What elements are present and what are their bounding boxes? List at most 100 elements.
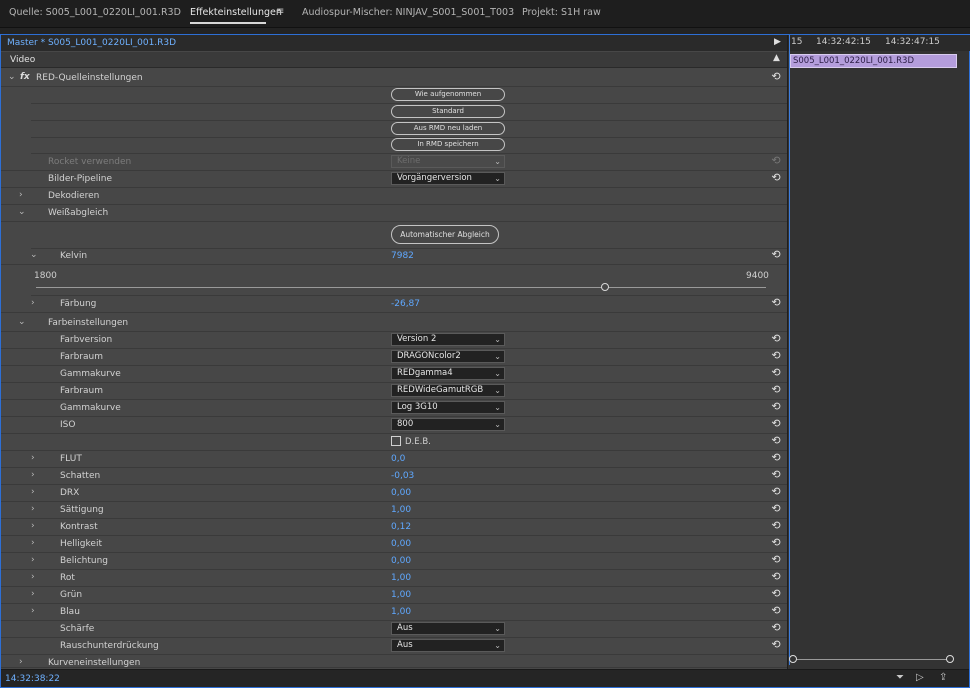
play-triangle-icon[interactable]: ▶ [774, 37, 781, 47]
green-value[interactable]: 1,00 [391, 590, 411, 600]
kelvin-slider-handle[interactable] [601, 283, 610, 291]
curves-row: › Kurveneinstellungen [1, 655, 787, 668]
tint-value[interactable]: -26,87 [391, 299, 420, 309]
drx-value[interactable]: 0,00 [391, 488, 411, 498]
kelvin-slider-track[interactable] [36, 287, 766, 288]
playhead-line[interactable] [789, 35, 790, 665]
reload-rmd-button[interactable]: Aus RMD neu laden [391, 122, 505, 135]
pipeline-dropdown[interactable]: Vorgängerversion ⌄ [391, 172, 505, 185]
time-ruler[interactable]: 15 14:32:42:15 14:32:47:15 [788, 35, 970, 51]
reset-icon[interactable]: ⟲ [770, 639, 782, 651]
current-timecode[interactable]: 14:32:38:22 [5, 674, 60, 684]
reset-icon[interactable]: ⟲ [770, 350, 782, 362]
reset-icon[interactable]: ⟲ [770, 333, 782, 345]
reset-icon[interactable]: ⟲ [770, 520, 782, 532]
reset-icon[interactable]: ⟲ [770, 503, 782, 515]
blue-value[interactable]: 1,00 [391, 607, 411, 617]
chevron-right-icon[interactable]: › [31, 470, 35, 480]
reset-icon[interactable]: ⟲ [770, 71, 782, 83]
chevron-right-icon[interactable]: › [19, 190, 23, 200]
zoom-scrollbar-track[interactable] [792, 659, 952, 660]
chevron-down-icon[interactable]: ⌄ [18, 317, 26, 327]
chevron-right-icon[interactable]: › [31, 487, 35, 497]
chevron-right-icon[interactable]: › [31, 555, 35, 565]
chevron-right-icon[interactable]: › [19, 657, 23, 667]
rocket-dropdown[interactable]: Keine ⌄ [391, 155, 505, 168]
tab-audio-mixer[interactable]: Audiospur-Mischer: NINJAV_S001_S001_T003 [302, 7, 514, 18]
video-section-label: Video [10, 55, 36, 65]
reset-icon[interactable]: ⟲ [770, 554, 782, 566]
zoom-scrollbar-start-handle[interactable] [789, 655, 797, 663]
as-shot-button[interactable]: Wie aufgenommen [391, 88, 505, 101]
colorversion-dropdown[interactable]: Version 2 ⌄ [391, 333, 505, 346]
chevron-right-icon[interactable]: › [31, 572, 35, 582]
kelvin-value[interactable]: 7982 [391, 251, 414, 261]
chevron-right-icon[interactable]: › [31, 538, 35, 548]
reset-icon[interactable]: ⟲ [770, 172, 782, 184]
reset-icon[interactable]: ⟲ [770, 384, 782, 396]
brightness-value[interactable]: 0,00 [391, 539, 411, 549]
filter-icon[interactable]: ⏷ [896, 672, 904, 683]
timeline-clip[interactable]: S005_L001_0220LI_001.R3D [790, 54, 957, 68]
reset-icon[interactable]: ⟲ [770, 537, 782, 549]
saturation-value[interactable]: 1,00 [391, 505, 411, 515]
reset-icon[interactable]: ⟲ [770, 469, 782, 481]
clip-header: Master * S005_L001_0220LI_001.R3D ▶ [1, 35, 787, 51]
reset-icon[interactable]: ⟲ [770, 418, 782, 430]
shadows-value[interactable]: -0,03 [391, 471, 414, 481]
tab-source[interactable]: Quelle: S005_L001_0220LI_001.R3D [9, 7, 181, 18]
chevron-right-icon[interactable]: › [31, 589, 35, 599]
reset-icon[interactable]: ⟲ [770, 588, 782, 600]
gamma-output-dropdown[interactable]: Log 3G10 ⌄ [391, 401, 505, 414]
collapse-up-icon[interactable]: ▲ [773, 53, 780, 63]
chevron-right-icon[interactable]: › [31, 298, 35, 308]
chevron-right-icon[interactable]: › [31, 453, 35, 463]
colorspace-dropdown[interactable]: DRAGONcolor2 ⌄ [391, 350, 505, 363]
sharpness-row: Schärfe Aus ⌄ ⟲ [1, 621, 787, 638]
deb-checkbox[interactable] [391, 436, 401, 446]
contrast-value[interactable]: 0,12 [391, 522, 411, 532]
flut-value[interactable]: 0,0 [391, 454, 405, 464]
chevron-right-icon[interactable]: › [31, 521, 35, 531]
colorspace-output-row: Farbraum REDWideGamutRGB ⌄ ⟲ [1, 383, 787, 400]
chevron-down-icon[interactable]: ⌄ [18, 207, 26, 217]
tab-effect-controls[interactable]: Effekteinstellungen [190, 7, 282, 24]
reset-icon[interactable]: ⟲ [770, 486, 782, 498]
noise-reduction-dropdown[interactable]: Aus ⌄ [391, 639, 505, 652]
exposure-value[interactable]: 0,00 [391, 556, 411, 566]
tab-project[interactable]: Projekt: S1H raw [522, 7, 601, 18]
reset-icon[interactable]: ⟲ [770, 401, 782, 413]
chevron-right-icon[interactable]: › [31, 504, 35, 514]
reset-icon[interactable]: ⟲ [770, 155, 782, 167]
clip-name-label[interactable]: Master * S005_L001_0220LI_001.R3D [7, 38, 176, 48]
reset-icon[interactable]: ⟲ [770, 571, 782, 583]
reset-icon[interactable]: ⟲ [770, 435, 782, 447]
iso-dropdown[interactable]: 800 ⌄ [391, 418, 505, 431]
reset-icon[interactable]: ⟲ [770, 452, 782, 464]
red-value[interactable]: 1,00 [391, 573, 411, 583]
gamma-dropdown[interactable]: REDgamma4 ⌄ [391, 367, 505, 380]
default-button[interactable]: Standard [391, 105, 505, 118]
chevron-down-icon[interactable]: ⌄ [8, 72, 16, 82]
reset-icon[interactable]: ⟲ [770, 367, 782, 379]
red-row: › Rot 1,00 ⟲ [1, 570, 787, 587]
green-row: › Grün 1,00 ⟲ [1, 587, 787, 604]
rocket-label: Rocket verwenden [48, 157, 132, 167]
panel-menu-icon[interactable]: ≡ [276, 6, 284, 17]
chevron-down-icon[interactable]: ⌄ [30, 250, 38, 260]
fx-icon[interactable]: fx [20, 72, 30, 82]
reset-icon[interactable]: ⟲ [770, 622, 782, 634]
sharpness-dropdown[interactable]: Aus ⌄ [391, 622, 505, 635]
colorspace-row: Farbraum DRAGONcolor2 ⌄ ⟲ [1, 349, 787, 366]
noise-reduction-row: Rauschunterdrückung Aus ⌄ ⟲ [1, 638, 787, 655]
reset-icon[interactable]: ⟲ [770, 249, 782, 261]
export-icon[interactable]: ⇪ [939, 672, 947, 683]
reset-icon[interactable]: ⟲ [770, 297, 782, 309]
save-rmd-button[interactable]: In RMD speichern [391, 138, 505, 151]
reset-icon[interactable]: ⟲ [770, 605, 782, 617]
auto-balance-button[interactable]: Automatischer Abgleich [391, 225, 499, 244]
colorspace-output-dropdown[interactable]: REDWideGamutRGB ⌄ [391, 384, 505, 397]
play-audio-icon[interactable]: ▷ [916, 672, 924, 683]
zoom-scrollbar-end-handle[interactable] [946, 655, 954, 663]
chevron-right-icon[interactable]: › [31, 606, 35, 616]
